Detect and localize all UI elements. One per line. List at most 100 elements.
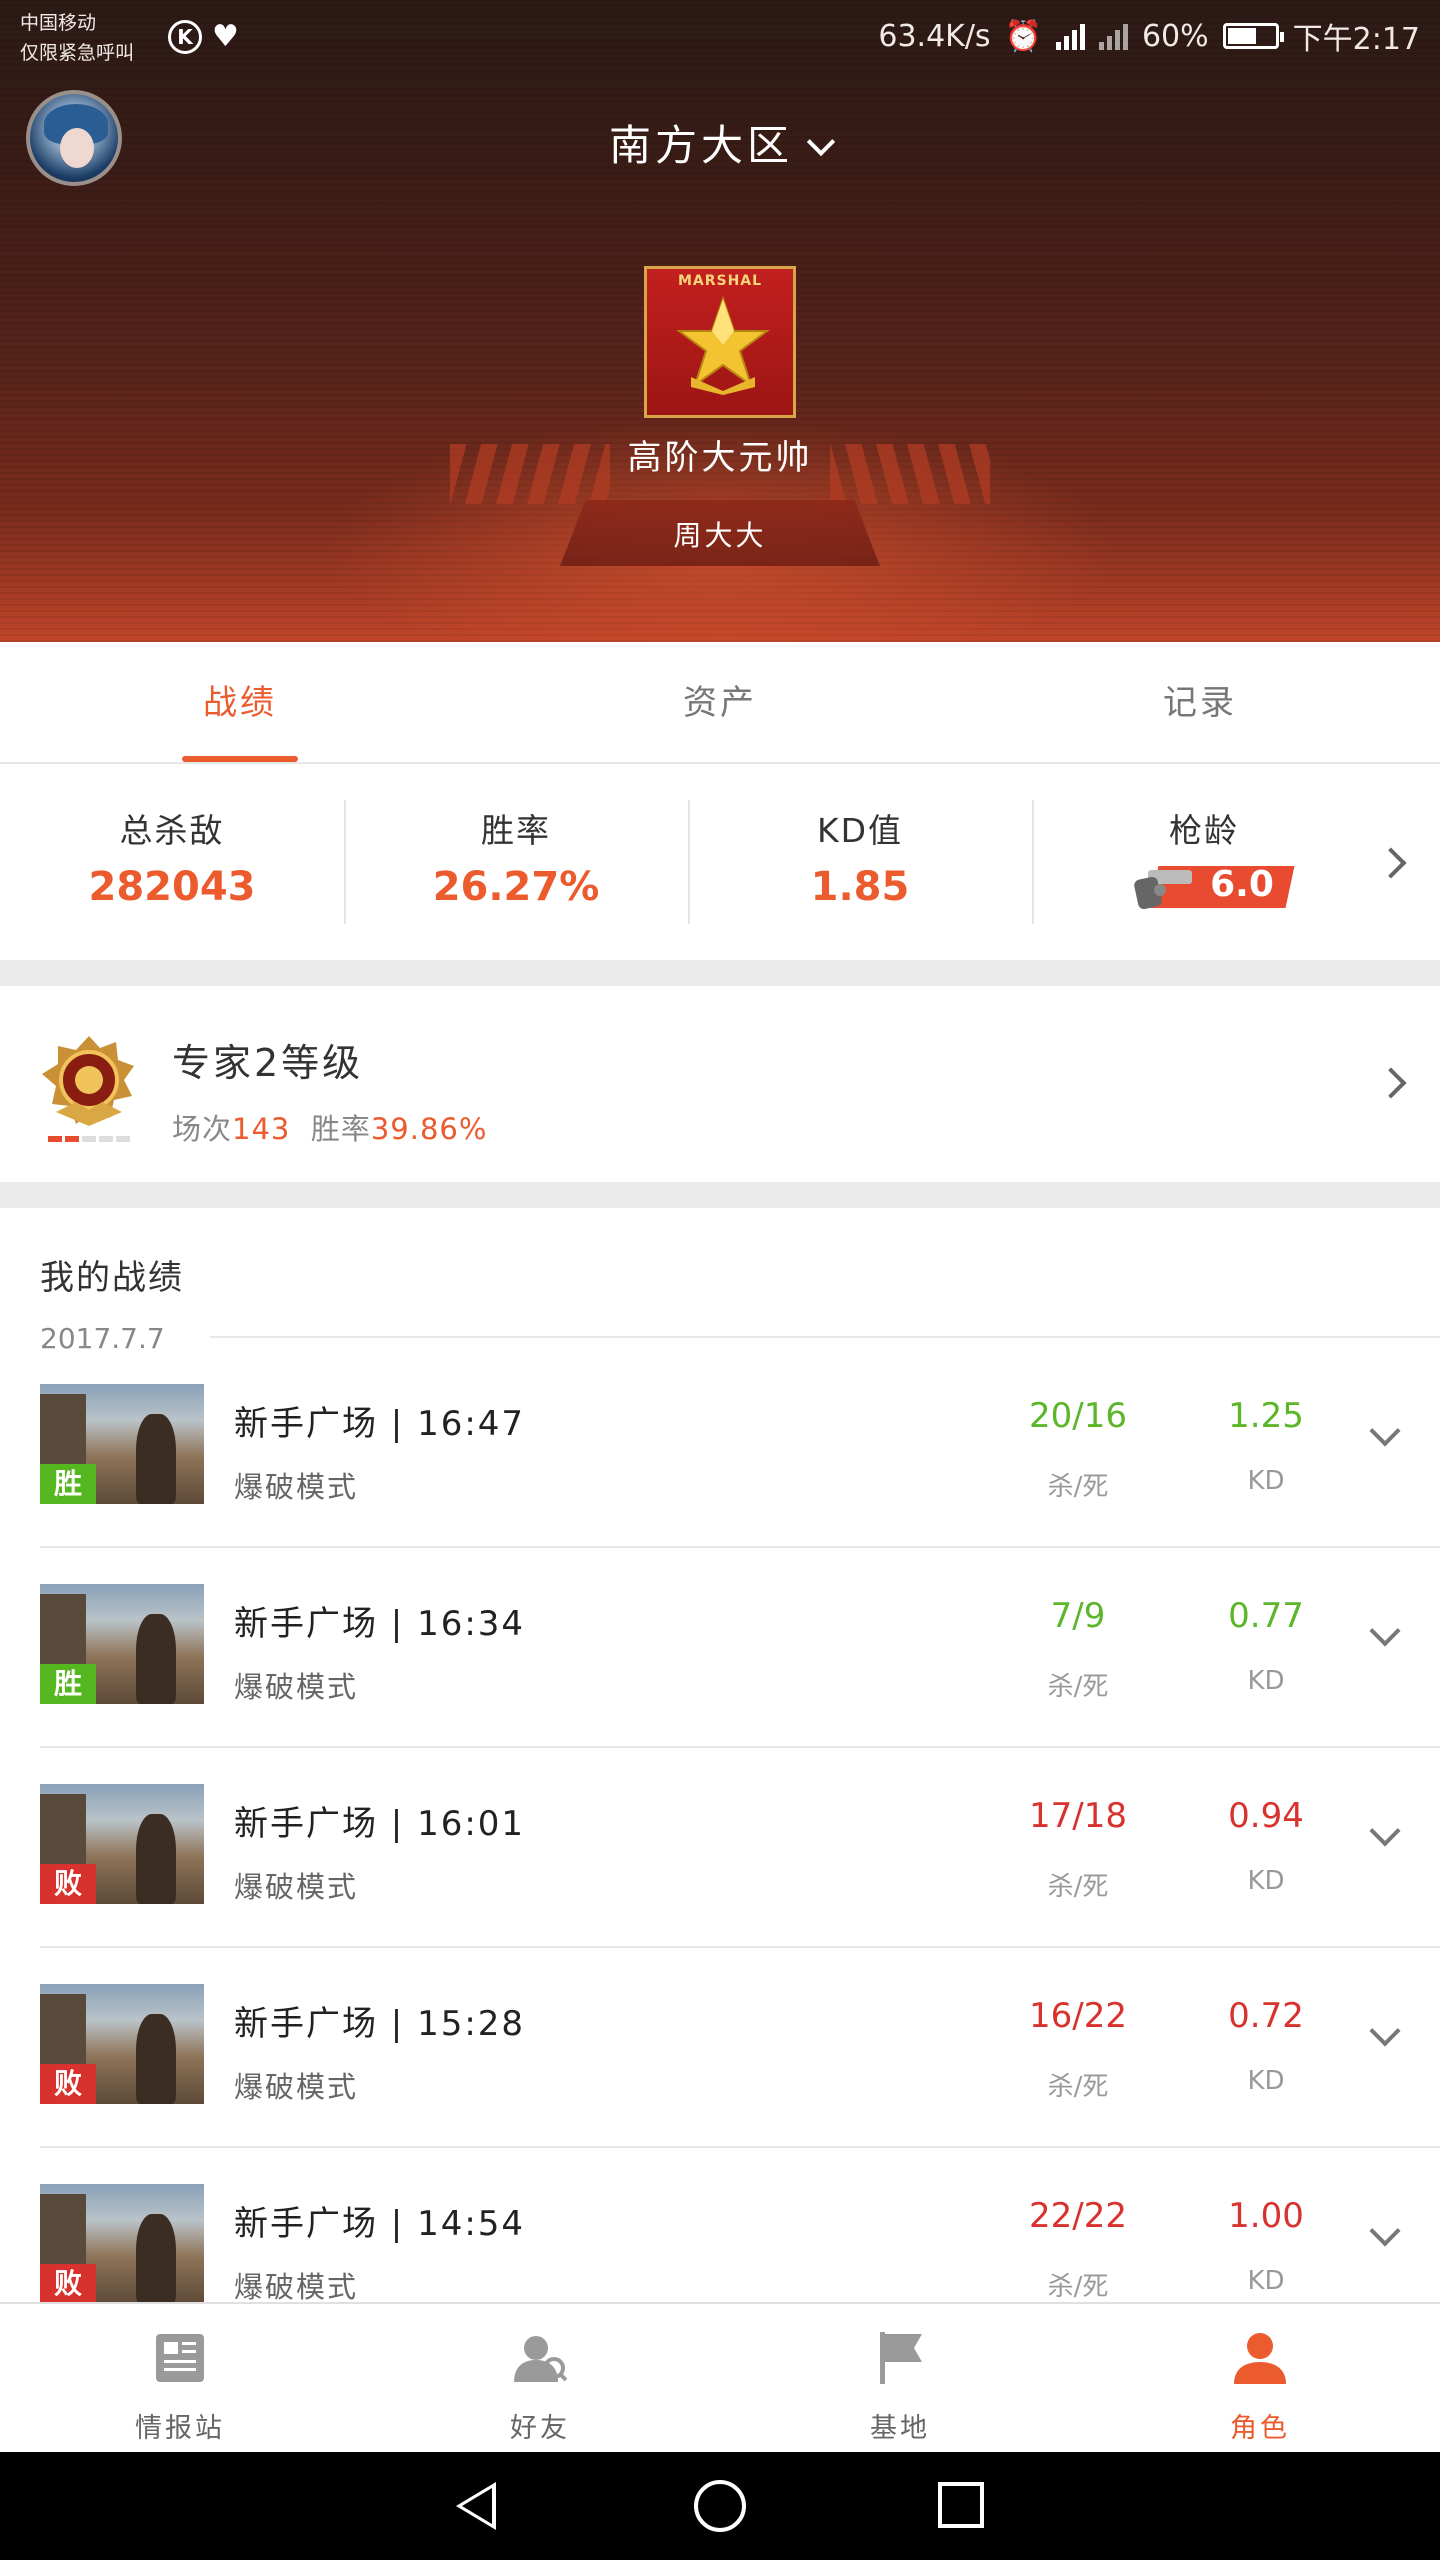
tab-battle-stats[interactable]: 战绩 [0, 642, 480, 762]
region-selector[interactable]: 南方大区 [0, 112, 1440, 173]
stat-label: 总杀敌 [119, 811, 225, 850]
kd-ratio: 0.72 [1228, 1996, 1304, 2036]
game-mode: 爆破模式 [234, 1670, 359, 1704]
kills-deaths-caption: 杀/死 [1047, 1472, 1109, 1502]
region-name: 南方大区 [608, 121, 793, 170]
badge-label: MARSHAL [677, 273, 763, 289]
signal-icon [1055, 22, 1085, 50]
tab-assets[interactable]: 资产 [480, 642, 960, 762]
map-time: 新手广场 | 16:47 [234, 1404, 526, 1444]
kd-caption: KD [1247, 2266, 1285, 2296]
map-thumbnail: 败 [40, 2184, 204, 2302]
stat-label: 胜率 [481, 811, 551, 850]
nav-label: 好友 [510, 2413, 570, 2444]
battle-row[interactable]: 败 新手广场 | 16:01 爆破模式 17/18 杀/死 0.94 KD [0, 1748, 1440, 1948]
result-badge: 败 [40, 1864, 96, 1904]
k-app-icon: K [168, 20, 202, 54]
level-progress [48, 1136, 130, 1142]
back-icon[interactable] [456, 2482, 496, 2530]
rank-badge-icon: MARSHAL [644, 266, 796, 418]
chevron-down-icon[interactable] [1369, 1615, 1401, 1647]
carrier-status: 仅限紧急呼叫 [20, 42, 135, 64]
kills-deaths-caption: 杀/死 [1047, 1872, 1109, 1902]
bottom-nav: 情报站 好友 基地 角色 [0, 2302, 1440, 2452]
kills-deaths-caption: 杀/死 [1047, 2272, 1109, 2302]
tab-bar: 战绩 资产 记录 [0, 642, 1440, 764]
recent-apps-icon[interactable] [938, 2482, 984, 2528]
system-nav-bar [0, 2452, 1440, 2560]
tab-records[interactable]: 记录 [960, 642, 1440, 762]
stat-total-kills: 总杀敌 282043 [0, 764, 344, 960]
stat-label: 枪龄 [1169, 811, 1239, 850]
stat-win-rate: 胜率 26.27% [344, 764, 688, 960]
game-mode: 爆破模式 [234, 1470, 359, 1504]
result-badge: 败 [40, 2064, 96, 2104]
map-thumbnail: 败 [40, 1784, 204, 1904]
chevron-down-icon [806, 127, 836, 157]
chevron-down-icon[interactable] [1369, 1415, 1401, 1447]
battle-history: 我的战绩 2017.7.7 胜 新手广场 | 16:47 爆破模式 20/16 … [0, 1208, 1440, 2302]
chevron-down-icon[interactable] [1369, 2215, 1401, 2247]
kd-caption: KD [1247, 2066, 1285, 2096]
carrier-name: 中国移动 [20, 12, 97, 34]
map-time: 新手广场 | 14:54 [234, 2204, 526, 2244]
map-time: 新手广场 | 16:01 [234, 1804, 526, 1844]
section-title: 我的战绩 [40, 1258, 184, 1298]
carrier-info: 中国移动 仅限紧急呼叫 [20, 8, 134, 68]
network-speed: 63.4K/s [878, 18, 991, 54]
kd-caption: KD [1247, 1866, 1285, 1896]
nav-character[interactable]: 角色 [1080, 2304, 1440, 2452]
kills-deaths: 7/9 [1050, 1596, 1106, 1636]
signal-2-icon [1098, 22, 1128, 50]
kd-ratio: 1.25 [1228, 1396, 1304, 1436]
nav-news[interactable]: 情报站 [0, 2304, 360, 2452]
result-badge: 败 [40, 2264, 96, 2302]
medal-icon [42, 1036, 134, 1126]
chevron-right-icon[interactable] [1375, 847, 1407, 879]
kills-deaths: 22/22 [1029, 2196, 1127, 2236]
divider [210, 1336, 1440, 1338]
nav-friends[interactable]: 好友 [360, 2304, 720, 2452]
result-badge: 胜 [40, 1464, 96, 1504]
battle-row[interactable]: 败 新手广场 | 15:28 爆破模式 16/22 杀/死 0.72 KD [0, 1948, 1440, 2148]
chevron-down-icon[interactable] [1369, 2015, 1401, 2047]
map-thumbnail: 败 [40, 1984, 204, 2104]
nav-label: 情报站 [135, 2413, 225, 2444]
nav-label: 角色 [1230, 2413, 1290, 2444]
nav-label: 基地 [870, 2413, 930, 2444]
kd-ratio: 1.00 [1228, 2196, 1304, 2236]
kills-deaths: 16/22 [1029, 1996, 1127, 2036]
map-thumbnail: 胜 [40, 1584, 204, 1704]
kd-ratio: 0.77 [1228, 1596, 1304, 1636]
map-time: 新手广场 | 15:28 [234, 2004, 526, 2044]
star-icon [675, 295, 771, 395]
kills-deaths-caption: 杀/死 [1047, 2072, 1109, 2102]
map-time: 新手广场 | 16:34 [234, 1604, 526, 1644]
chevron-down-icon[interactable] [1369, 1815, 1401, 1847]
game-mode: 爆破模式 [234, 2070, 359, 2104]
stat-value: 1.85 [810, 864, 910, 910]
person-icon [1234, 2333, 1286, 2384]
battle-row[interactable]: 败 新手广场 | 14:54 爆破模式 22/22 杀/死 1.00 KD [0, 2148, 1440, 2302]
level-card[interactable]: 专家2等级 场次143 胜率39.86% [0, 986, 1440, 1182]
clock: 下午2:17 [1292, 22, 1420, 57]
matches-value: 143 [232, 1112, 291, 1146]
nav-base[interactable]: 基地 [720, 2304, 1080, 2452]
result-badge: 胜 [40, 1664, 96, 1704]
stat-label: KD值 [816, 811, 904, 850]
home-icon[interactable] [694, 2480, 746, 2532]
stat-value: 282043 [88, 864, 256, 910]
profile-header: 中国移动 仅限紧急呼叫 K ♥ 63.4K/s ⏰ 60% 下午2:17 南方大… [0, 0, 1440, 642]
status-right: 63.4K/s ⏰ 60% 下午2:17 [878, 14, 1420, 58]
news-icon [156, 2334, 204, 2382]
status-bar: 中国移动 仅限紧急呼叫 K ♥ 63.4K/s ⏰ 60% 下午2:17 [0, 0, 1440, 72]
battle-row[interactable]: 胜 新手广场 | 16:47 爆破模式 20/16 杀/死 1.25 KD [0, 1348, 1440, 1548]
kills-deaths: 20/16 [1029, 1396, 1127, 1436]
battery-percent: 60% [1141, 18, 1209, 54]
kills-deaths-caption: 杀/死 [1047, 1672, 1109, 1702]
stat-value: 26.27% [432, 864, 600, 910]
level-title: 专家2等级 [172, 1041, 364, 1085]
battle-row[interactable]: 胜 新手广场 | 16:34 爆破模式 7/9 杀/死 0.77 KD [0, 1548, 1440, 1748]
friends-icon [514, 2336, 568, 2382]
gun-age-tag: 6.0 [1132, 860, 1295, 912]
